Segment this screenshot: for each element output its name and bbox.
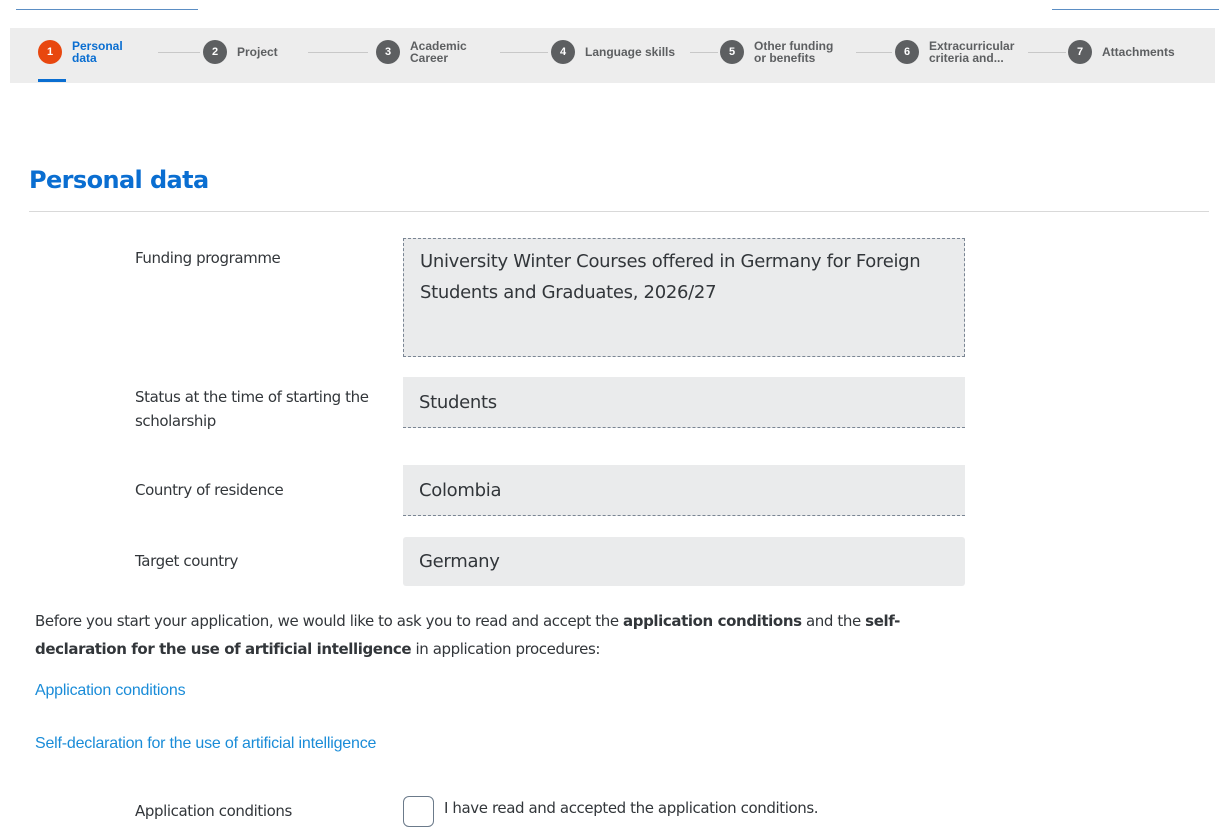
step-extracurricular[interactable]: 6 Extracurricular criteria and... [895,28,1014,76]
step-number: 4 [551,40,575,64]
step-attachments[interactable]: 7 Attachments [1068,28,1175,76]
step-personal-data[interactable]: 1 Personal data [38,28,123,76]
top-divider-right [1052,9,1219,10]
page-title: Personal data [29,166,209,194]
step-number: 5 [720,40,744,64]
intro-text-part: Before you start your application, we wo… [35,612,624,630]
step-language-skills[interactable]: 4 Language skills [551,28,675,76]
step-label: Extracurricular criteria and... [929,39,1015,65]
step-connector [308,52,368,53]
step-academic-career[interactable]: 3 Academic Career [376,28,467,76]
step-number: 1 [38,40,62,64]
step-connector [690,52,718,53]
step-number: 6 [895,40,919,64]
wizard-stepper: 1 Personal data 2 Project 3 Academic Car… [10,28,1215,83]
step-number: 7 [1068,40,1092,64]
step-label: Academic Career [410,39,467,65]
application-conditions-link[interactable]: Application conditions [35,682,186,700]
step-connector [158,52,200,53]
intro-bold-application-conditions: application conditions [623,612,802,630]
step-connector [1028,52,1066,53]
step-label: Attachments [1102,45,1175,59]
application-intro-text: Before you start your application, we wo… [35,607,975,663]
target-country-field[interactable]: Germany [403,537,965,586]
country-of-residence-label: Country of residence [135,481,284,499]
step-number: 3 [376,40,400,64]
step-connector [500,52,548,53]
acceptance-label: Application conditions [135,802,292,820]
step-other-funding[interactable]: 5 Other funding or benefits [720,28,833,76]
checkbox-text: I have read and accepted the application… [444,799,819,817]
step-label: Language skills [585,45,676,59]
intro-text-part: and the [801,612,866,630]
country-of-residence-field[interactable]: Colombia [403,465,965,516]
step-number: 2 [203,40,227,64]
funding-programme-field[interactable]: University Winter Courses offered in Ger… [403,238,965,357]
target-country-label: Target country [135,552,238,570]
status-field[interactable]: Students [403,377,965,428]
step-label: Personal data [72,39,123,65]
funding-programme-label: Funding programme [135,249,281,267]
status-label: Status at the time of starting the schol… [135,388,369,430]
self-declaration-link[interactable]: Self-declaration for the use of artifici… [35,735,376,753]
step-connector [856,52,892,53]
top-divider-left [16,9,198,10]
step-label: Other funding or benefits [754,39,834,65]
step-label: Project [237,45,278,59]
step-project[interactable]: 2 Project [203,28,278,76]
accept-conditions-checkbox[interactable] [403,796,434,827]
active-step-indicator [38,79,66,82]
intro-text-part: in application procedures: [411,640,601,658]
section-divider [29,211,1209,212]
